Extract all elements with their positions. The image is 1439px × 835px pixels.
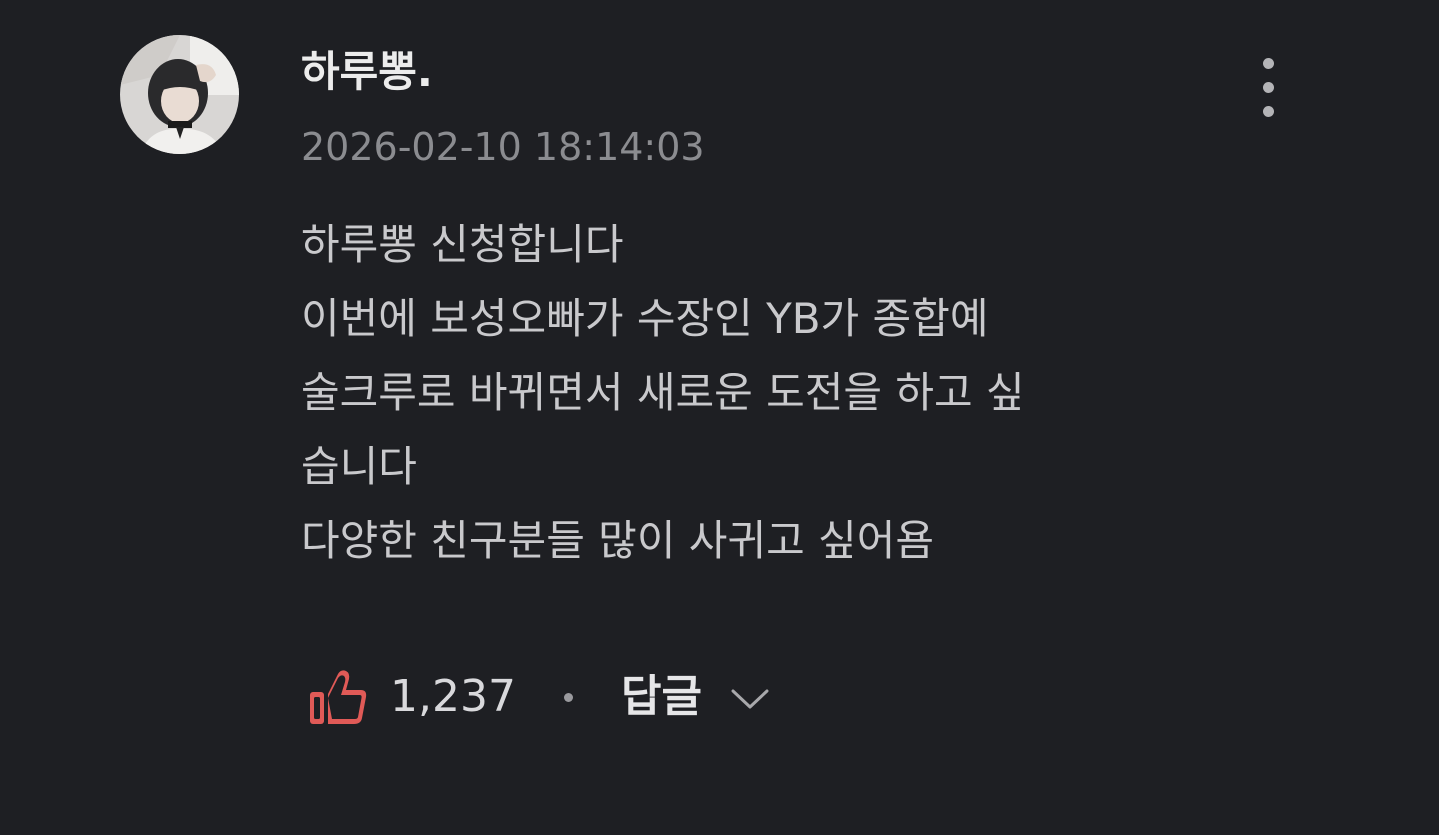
comment-timestamp: 2026-02-10 18:14:03 (301, 125, 705, 169)
comment-body-line: 이번에 보성오빠가 수장인 YB가 종합예 (301, 294, 989, 343)
more-options-button[interactable] (1246, 50, 1290, 126)
comment-actions: 1,237 답글 (308, 660, 770, 734)
comment-body-line: 다양한 친구분들 많이 사귀고 싶어욤 (301, 516, 935, 565)
reply-label: 답글 (620, 671, 702, 722)
comment-author[interactable]: 하루뽕. (301, 44, 433, 100)
like-button[interactable]: 1,237 (308, 667, 516, 727)
chevron-down-icon (731, 689, 769, 709)
comment-body-line: 습니다 (301, 442, 417, 491)
thumbs-up-icon (310, 670, 367, 724)
comment-body: 하루뽕 신청합니다 이번에 보성오빠가 수장인 YB가 종합예 술크루로 바뀌면… (301, 213, 1201, 583)
comment-item: 하루뽕. 2026-02-10 18:14:03 하루뽕 신청합니다 이번에 보… (0, 0, 1439, 835)
comment-body-line: 하루뽕 신청합니다 (301, 220, 624, 269)
avatar[interactable] (120, 35, 239, 154)
like-count: 1,237 (390, 671, 516, 722)
vertical-ellipsis-icon (1263, 58, 1274, 69)
comment-body-line: 술크루로 바뀌면서 새로운 도전을 하고 싶 (301, 368, 1025, 417)
avatar-photo (120, 35, 239, 154)
separator-dot (563, 692, 573, 702)
reply-button[interactable]: 답글 (621, 667, 770, 727)
